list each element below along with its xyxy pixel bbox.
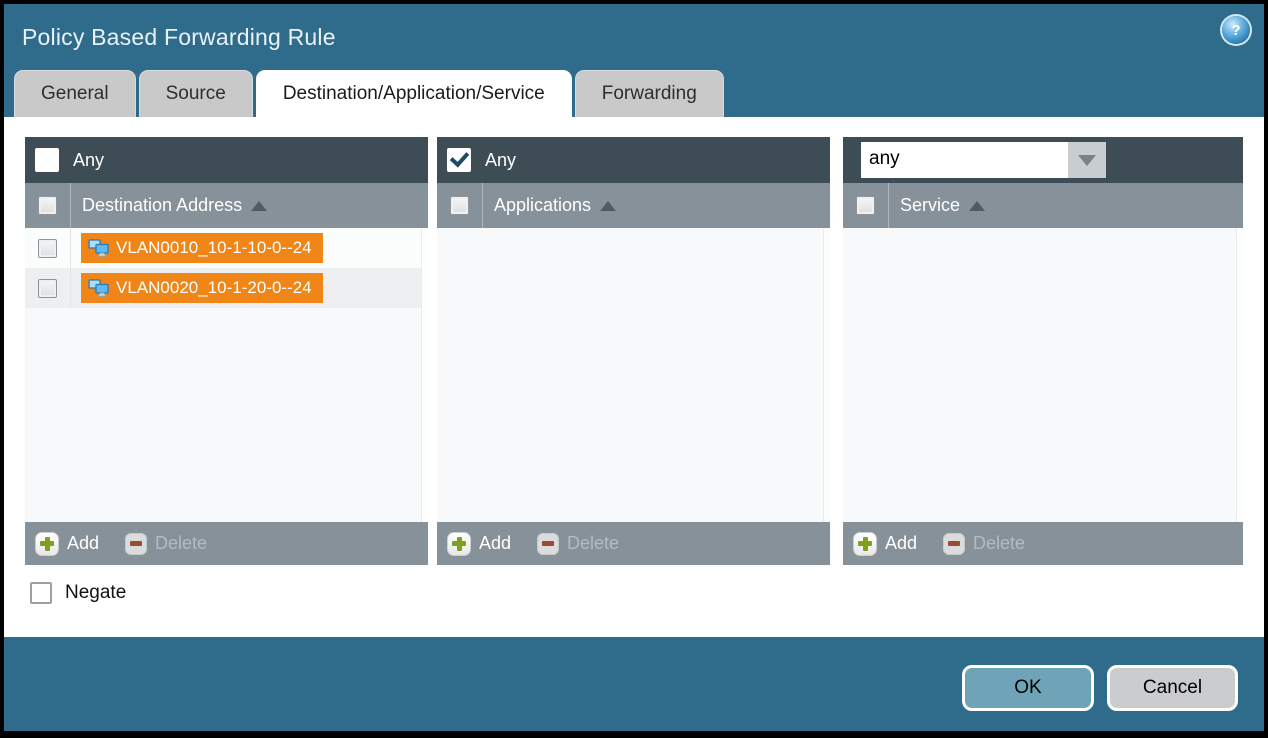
tab-forwarding[interactable]: Forwarding (575, 70, 724, 117)
tab-source[interactable]: Source (139, 70, 253, 117)
row-checkbox-cell (25, 268, 71, 308)
dialog-footer: OK Cancel (4, 637, 1264, 731)
tab-destination-application-service[interactable]: Destination/Application/Service (256, 70, 572, 117)
service-dropdown-bar: any (843, 137, 1243, 183)
plus-icon (447, 532, 471, 556)
negate-checkbox[interactable] (30, 582, 52, 604)
address-object-chip[interactable]: VLAN0010_10-1-10-0--24 (81, 233, 323, 263)
scrollbar-track[interactable] (421, 228, 428, 522)
row-checkbox-cell (25, 228, 71, 268)
applications-any-checkbox[interactable] (447, 148, 471, 172)
destination-any-label: Any (73, 150, 104, 171)
scrollbar-track[interactable] (1236, 228, 1243, 522)
service-list (843, 228, 1243, 522)
applications-column-header[interactable]: Applications (494, 195, 591, 216)
applications-column-header-row: Applications (437, 183, 830, 228)
ok-button[interactable]: OK (962, 665, 1094, 711)
applications-panel: Any Applications Add (437, 137, 830, 565)
destination-select-all-checkbox[interactable] (38, 196, 57, 215)
tab-general[interactable]: General (14, 70, 136, 117)
header-checkbox-cell (437, 183, 483, 228)
table-row[interactable]: VLAN0020_10-1-20-0--24 (25, 268, 428, 308)
add-button[interactable]: Add (853, 532, 917, 556)
service-dropdown-value[interactable]: any (861, 142, 1068, 178)
address-object-label: VLAN0020_10-1-20-0--24 (116, 278, 312, 298)
service-column-header[interactable]: Service (900, 195, 960, 216)
service-column-header-row: Service (843, 183, 1243, 228)
destination-column-header[interactable]: Destination Address (82, 195, 242, 216)
destination-address-panel: Any Destination Address (25, 137, 428, 565)
network-address-icon (88, 238, 109, 258)
minus-icon (125, 533, 147, 555)
help-icon[interactable]: ? (1222, 16, 1250, 44)
add-button-label: Add (67, 533, 99, 554)
panel-columns: Any Destination Address (25, 137, 1243, 565)
minus-icon (943, 533, 965, 555)
plus-icon (853, 532, 877, 556)
sort-ascending-icon (251, 201, 267, 211)
add-button[interactable]: Add (447, 532, 511, 556)
applications-any-label: Any (485, 150, 516, 171)
address-object-chip[interactable]: VLAN0020_10-1-20-0--24 (81, 273, 323, 303)
delete-button[interactable]: Delete (125, 533, 207, 555)
tab-content: Any Destination Address (4, 117, 1264, 637)
sort-ascending-icon (600, 201, 616, 211)
down-triangle-glyph (1078, 155, 1096, 166)
add-button-label: Add (885, 533, 917, 554)
negate-row: Negate (30, 582, 126, 604)
network-address-icon (88, 278, 109, 298)
destination-column-header-row: Destination Address (25, 183, 428, 228)
delete-button[interactable]: Delete (943, 533, 1025, 555)
address-object-label: VLAN0010_10-1-10-0--24 (116, 238, 312, 258)
destination-any-checkbox[interactable] (35, 148, 59, 172)
service-panel: any Service Add (843, 137, 1243, 565)
scrollbar-track[interactable] (823, 228, 830, 522)
sort-ascending-icon (969, 201, 985, 211)
cancel-button[interactable]: Cancel (1107, 665, 1238, 711)
title-bar: Policy Based Forwarding Rule ? (4, 4, 1264, 70)
applications-list (437, 228, 830, 522)
destination-any-bar: Any (25, 137, 428, 183)
applications-select-all-checkbox[interactable] (450, 196, 469, 215)
delete-button-label: Delete (973, 533, 1025, 554)
header-checkbox-cell (25, 183, 71, 228)
add-button-label: Add (479, 533, 511, 554)
destination-list: VLAN0010_10-1-10-0--24 VLAN0020_10-1-20-… (25, 228, 428, 522)
question-mark-glyph: ? (1231, 22, 1240, 39)
table-row[interactable]: VLAN0010_10-1-10-0--24 (25, 228, 428, 268)
plus-icon (35, 532, 59, 556)
service-dropdown[interactable]: any (861, 142, 1106, 178)
minus-icon (537, 533, 559, 555)
delete-button-label: Delete (155, 533, 207, 554)
dialog-title: Policy Based Forwarding Rule (22, 24, 336, 51)
delete-button-label: Delete (567, 533, 619, 554)
destination-footer: Add Delete (25, 522, 428, 565)
row-checkbox[interactable] (38, 279, 57, 298)
applications-any-bar: Any (437, 137, 830, 183)
row-checkbox[interactable] (38, 239, 57, 258)
chevron-down-icon[interactable] (1068, 142, 1106, 178)
add-button[interactable]: Add (35, 532, 99, 556)
service-select-all-checkbox[interactable] (856, 196, 875, 215)
applications-footer: Add Delete (437, 522, 830, 565)
header-checkbox-cell (843, 183, 889, 228)
delete-button[interactable]: Delete (537, 533, 619, 555)
negate-label: Negate (65, 582, 126, 604)
tab-bar: General Source Destination/Application/S… (14, 70, 724, 117)
service-footer: Add Delete (843, 522, 1243, 565)
policy-based-forwarding-rule-dialog: Policy Based Forwarding Rule ? General S… (0, 0, 1268, 738)
